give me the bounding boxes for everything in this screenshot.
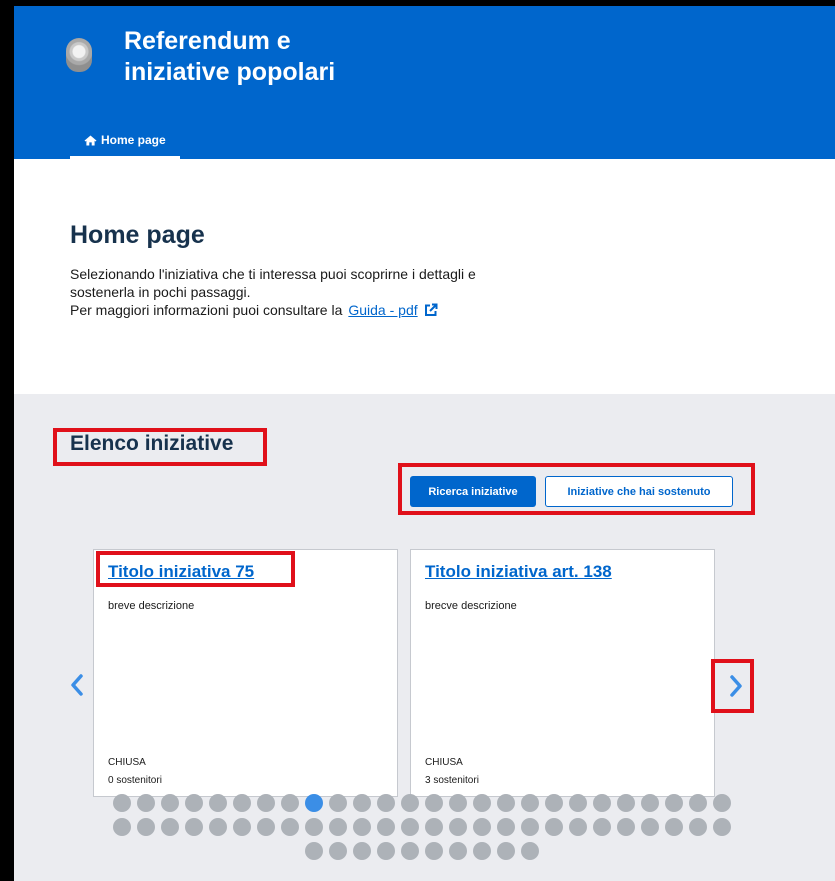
pagination-dot[interactable] xyxy=(401,842,419,860)
pagination-dot[interactable] xyxy=(425,794,443,812)
pagination-dot[interactable] xyxy=(305,794,323,812)
pagination-dot[interactable] xyxy=(113,818,131,836)
pagination-dot[interactable] xyxy=(665,818,683,836)
pagination-dot[interactable] xyxy=(161,818,179,836)
pagination-dot[interactable] xyxy=(593,818,611,836)
pagination-dot[interactable] xyxy=(161,794,179,812)
pagination-dot[interactable] xyxy=(449,842,467,860)
pagination-dot[interactable] xyxy=(185,794,203,812)
app-title[interactable]: Referendum e iniziative popolari xyxy=(124,26,524,88)
pagination-dot[interactable] xyxy=(473,818,491,836)
pagination-dot[interactable] xyxy=(353,818,371,836)
pagination-dot[interactable] xyxy=(401,794,419,812)
highlight-box xyxy=(53,428,267,466)
page-title: Home page xyxy=(70,221,205,249)
nav-tab-home-page[interactable]: Home page xyxy=(70,126,180,159)
pagination-dot[interactable] xyxy=(137,794,155,812)
initiative-supporters: 0 sostenitori xyxy=(108,775,162,786)
pagination-dot[interactable] xyxy=(569,794,587,812)
pagination-dot[interactable] xyxy=(473,794,491,812)
highlight-box xyxy=(96,551,295,587)
pagination-dot[interactable] xyxy=(641,794,659,812)
pagination-dot[interactable] xyxy=(521,842,539,860)
external-link-icon[interactable] xyxy=(424,303,438,317)
pagination-dot[interactable] xyxy=(305,842,323,860)
chevron-left-icon[interactable] xyxy=(69,673,85,697)
pagination-row xyxy=(102,842,742,860)
intro-line-3-text: Per maggiori informazioni puoi consultar… xyxy=(70,302,343,318)
pagination-dot[interactable] xyxy=(209,794,227,812)
pagination-dot[interactable] xyxy=(329,818,347,836)
pagination-dot[interactable] xyxy=(281,818,299,836)
initiative-status: CHIUSA xyxy=(425,757,463,768)
pagination-dot[interactable] xyxy=(281,794,299,812)
guide-pdf-link[interactable]: Guida - pdf xyxy=(348,302,417,318)
initiative-supporters: 3 sostenitori xyxy=(425,775,479,786)
pagination-dot[interactable] xyxy=(113,794,131,812)
carousel-pagination xyxy=(102,794,742,866)
site-header: Referendum e iniziative popolari Home pa… xyxy=(14,6,835,159)
pagination-dot[interactable] xyxy=(233,794,251,812)
initiative-description: brecve descrizione xyxy=(425,600,517,612)
pagination-dot[interactable] xyxy=(617,818,635,836)
pagination-dot[interactable] xyxy=(593,794,611,812)
home-icon xyxy=(84,135,97,146)
pagination-dot[interactable] xyxy=(257,794,275,812)
pagination-dot[interactable] xyxy=(689,794,707,812)
intro-line-2: sostenerla in pochi passaggi. xyxy=(70,284,251,300)
intro-section: Home page Selezionando l'iniziativa che … xyxy=(14,159,835,394)
emblem-logo xyxy=(66,38,92,72)
highlight-box xyxy=(711,659,754,713)
pagination-dot[interactable] xyxy=(425,842,443,860)
pagination-dot[interactable] xyxy=(569,818,587,836)
pagination-dot[interactable] xyxy=(521,818,539,836)
pagination-dot[interactable] xyxy=(329,842,347,860)
pagination-dot[interactable] xyxy=(377,818,395,836)
initiative-description: breve descrizione xyxy=(108,600,195,612)
pagination-dot[interactable] xyxy=(401,818,419,836)
pagination-dot[interactable] xyxy=(497,794,515,812)
pagination-dot[interactable] xyxy=(233,818,251,836)
pagination-row xyxy=(102,794,742,812)
pagination-dot[interactable] xyxy=(497,842,515,860)
intro-line-1: Selezionando l'iniziativa che ti interes… xyxy=(70,266,476,282)
pagination-dot[interactable] xyxy=(449,818,467,836)
pagination-dot[interactable] xyxy=(377,842,395,860)
pagination-dot[interactable] xyxy=(185,818,203,836)
pagination-dot[interactable] xyxy=(545,794,563,812)
pagination-row xyxy=(102,818,742,836)
app-title-line-1: Referendum e xyxy=(124,27,291,55)
pagination-dot[interactable] xyxy=(521,794,539,812)
pagination-dot[interactable] xyxy=(449,794,467,812)
pagination-dot[interactable] xyxy=(497,818,515,836)
pagination-dot[interactable] xyxy=(713,818,731,836)
pagination-dot[interactable] xyxy=(689,818,707,836)
pagination-dot[interactable] xyxy=(353,842,371,860)
pagination-dot[interactable] xyxy=(137,818,155,836)
app-window: Referendum e iniziative popolari Home pa… xyxy=(14,6,835,881)
pagination-dot[interactable] xyxy=(473,842,491,860)
pagination-dot[interactable] xyxy=(329,794,347,812)
initiatives-section: Elenco iniziative Ricerca iniziative Ini… xyxy=(14,394,835,881)
initiative-title-link[interactable]: Titolo iniziativa art. 138 xyxy=(425,562,612,582)
intro-line-3: Per maggiori informazioni puoi consultar… xyxy=(70,301,590,319)
initiative-card[interactable]: Titolo iniziativa art. 138 brecve descri… xyxy=(410,549,715,797)
highlight-box xyxy=(398,463,755,515)
pagination-dot[interactable] xyxy=(257,818,275,836)
pagination-dot[interactable] xyxy=(545,818,563,836)
pagination-dot[interactable] xyxy=(425,818,443,836)
intro-text: Selezionando l'iniziativa che ti interes… xyxy=(70,265,590,319)
pagination-dot[interactable] xyxy=(617,794,635,812)
pagination-dot[interactable] xyxy=(665,794,683,812)
pagination-dot[interactable] xyxy=(305,818,323,836)
pagination-dot[interactable] xyxy=(353,794,371,812)
pagination-dot[interactable] xyxy=(641,818,659,836)
initiative-status: CHIUSA xyxy=(108,757,146,768)
pagination-dot[interactable] xyxy=(713,794,731,812)
pagination-dot[interactable] xyxy=(377,794,395,812)
app-title-line-2: iniziative popolari xyxy=(124,58,336,86)
pagination-dot[interactable] xyxy=(209,818,227,836)
nav-tab-label: Home page xyxy=(101,133,166,147)
